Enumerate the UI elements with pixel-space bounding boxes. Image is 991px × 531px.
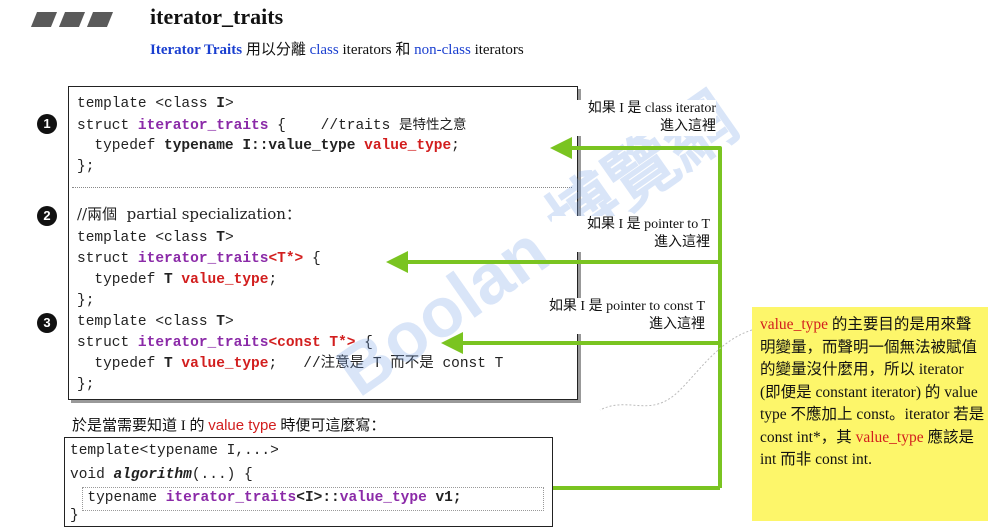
code-line: typename iterator_traits<I>::value_type … [70,490,462,506]
note-class-iterator: 如果 I 是 class iterator 進入這裡 [556,100,716,136]
arrowhead [550,137,572,159]
code-line: void algorithm(...) { [70,467,253,483]
explanation-text: value_type 的主要目的是用來聲明變量，而聲明一個無法被賦值的變量沒什麼… [760,316,985,468]
note-const-pointer: 如果 I 是 pointer to const T 進入這裡 [505,298,705,334]
arrowhead [386,251,408,273]
code-line: } [70,508,79,524]
usage-label: 於是當需要知道 I 的 value type 時便可這麼寫： [72,417,386,434]
code-line: template<typename I,...> [70,443,279,459]
note-pointer: 如果 I 是 pointer to T 進入這裡 [552,216,710,252]
arrowhead [441,332,463,354]
